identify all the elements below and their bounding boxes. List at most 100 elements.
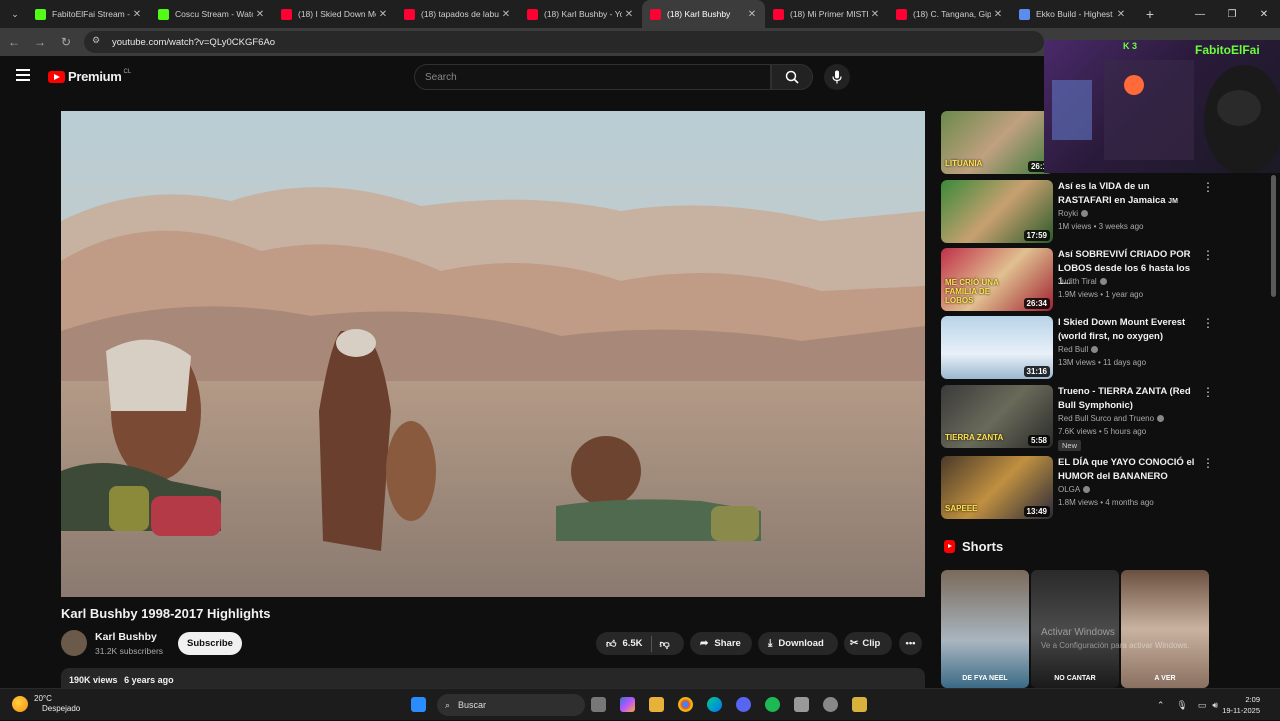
copilot-icon[interactable] (620, 697, 635, 712)
spotify-icon[interactable] (765, 697, 780, 712)
browser-tab[interactable]: (18) Karl Bushby - Yo ✕ (519, 0, 642, 28)
microphone-icon (832, 70, 842, 84)
search-icon (785, 70, 799, 84)
reload-icon[interactable]: ↻ (54, 30, 78, 54)
close-window-icon[interactable]: ✕ (1248, 0, 1280, 28)
tab-favicon-icon (1019, 8, 1030, 20)
weather-widget[interactable]: 20°C Despejado (12, 694, 80, 714)
download-button[interactable]: ⤓ Download (758, 632, 838, 655)
discord-icon[interactable] (736, 697, 751, 712)
tab-close-icon[interactable]: ✕ (745, 9, 759, 20)
short-item[interactable]: DE FYA NEEL (941, 570, 1029, 688)
browser-tab[interactable]: (18) Mi Primer MISTE ✕ (765, 0, 888, 28)
channel-name[interactable]: Karl Bushby (95, 631, 157, 643)
tab-title: (18) Mi Primer MISTE (790, 9, 868, 19)
taskbar-clock[interactable]: 2:09 19-11-2025 (1210, 694, 1260, 716)
chrome-icon[interactable] (678, 697, 693, 712)
more-vertical-icon[interactable]: ⋮ (1202, 181, 1214, 193)
video-title[interactable]: Así es la VIDA de un RASTAFARI en Jamaic… (1058, 180, 1196, 208)
settings-icon[interactable] (823, 697, 838, 712)
thumbnail-caption: LITUANIA (945, 159, 983, 168)
tab-close-icon[interactable]: ✕ (130, 9, 144, 20)
channel-name[interactable]: Red Bull Surco and Trueno (1058, 414, 1165, 423)
share-button[interactable]: ➦ Share (690, 632, 752, 655)
browser-tab[interactable]: (18) tapados de labu ✕ (396, 0, 519, 28)
video-title[interactable]: EL DÍA que YAYO CONOCIÓ el HUMOR del BAN… (1058, 456, 1196, 483)
more-horizontal-icon: ••• (905, 638, 916, 649)
task-view-icon[interactable] (591, 697, 606, 712)
thumbs-up-icon[interactable]: 👍︎ (606, 638, 616, 650)
site-info-icon[interactable]: ⚙ (92, 35, 106, 49)
app-icon[interactable] (852, 697, 867, 712)
browser-tab[interactable]: Ekko Build - Highest ✕ (1011, 0, 1134, 28)
tab-search-chevron-icon[interactable]: ⌄ (3, 4, 27, 24)
watermark-line1: Activar Windows (1041, 627, 1115, 638)
video-meta: 1.9M views • 1 year ago (1058, 290, 1144, 299)
windows-start-icon[interactable] (411, 697, 426, 712)
more-vertical-icon[interactable]: ⋮ (1202, 249, 1214, 261)
browser-tab[interactable]: (18) C. Tangana, Gips ✕ (888, 0, 1011, 28)
short-caption: DE FYA NEEL (962, 675, 1008, 682)
overlay-kick-counter: K 3 (1123, 41, 1138, 51)
channel-name[interactable]: Judith Tiral (1058, 277, 1107, 286)
more-vertical-icon[interactable]: ⋮ (1202, 457, 1214, 469)
recommended-video[interactable]: SAPEEE 13:49 EL DÍA que YAYO CONOCIÓ el HU… (941, 456, 1214, 520)
menu-icon[interactable] (16, 69, 30, 81)
browser-tab[interactable]: (18) I Skied Down Mo ✕ (273, 0, 396, 28)
subscribe-button[interactable]: Subscribe (178, 632, 242, 655)
channel-avatar[interactable] (61, 630, 87, 656)
forward-arrow-icon[interactable]: → (28, 30, 52, 54)
search-button[interactable] (771, 64, 813, 90)
url-field[interactable]: ⚙ youtube.com/watch?v=QLy0CKGF6Ao (84, 31, 1044, 53)
browser-tab[interactable]: FabitoElFai Stream - V ✕ (27, 0, 150, 28)
edge-icon[interactable] (707, 697, 722, 712)
channel-name[interactable]: OLGA (1058, 485, 1091, 494)
recommended-video[interactable]: 31:16 I Skied Down Mount Everest (world f… (941, 316, 1214, 380)
recommended-video[interactable]: ME CRIÓ UNA FAMILIA DE LOBOS 26:34 Así SOB… (941, 248, 1214, 312)
tab-close-icon[interactable]: ✕ (868, 9, 882, 20)
more-actions-button[interactable]: ••• (899, 632, 922, 655)
file-explorer-icon[interactable] (649, 697, 664, 712)
search-icon: ⌕ (445, 699, 451, 710)
tab-close-icon[interactable]: ✕ (499, 9, 513, 20)
tab-close-icon[interactable]: ✕ (991, 9, 1005, 20)
tab-title: (18) Karl Bushby (667, 9, 731, 19)
channel-name[interactable]: Royki (1058, 209, 1089, 218)
tab-close-icon[interactable]: ✕ (253, 9, 267, 20)
thumbs-down-icon[interactable]: 👎︎ (660, 638, 670, 650)
search-input[interactable]: Search (414, 64, 771, 90)
browser-tab[interactable]: Coscu Stream - Watc ✕ (150, 0, 273, 28)
browser-tab[interactable]: (18) Karl Bushby ✕ (642, 0, 765, 28)
tab-favicon-icon (773, 8, 784, 20)
video-title[interactable]: Trueno - TIERRA ZANTA (Red Bull Symphoni… (1058, 385, 1196, 412)
tab-favicon-icon (896, 8, 907, 20)
channel-name[interactable]: Red Bull (1058, 345, 1099, 354)
microphone-icon[interactable]: 🎙︎ (1176, 700, 1187, 711)
voice-search-button[interactable] (824, 64, 850, 90)
recommended-video[interactable]: 17:59 Así es la VIDA de un RASTAFARI en J… (941, 180, 1214, 244)
calculator-icon[interactable] (794, 697, 809, 712)
sidebar-scrollbar[interactable] (1271, 175, 1276, 297)
restore-icon[interactable]: ❐ (1216, 0, 1248, 28)
chevron-up-icon[interactable]: ⌃ (1157, 700, 1165, 711)
tab-close-icon[interactable]: ✕ (622, 9, 636, 20)
recommended-video[interactable]: LITUANIA 26:1 (941, 111, 1053, 175)
video-title[interactable]: I Skied Down Mount Everest (world first,… (1058, 316, 1196, 343)
new-tab-button[interactable]: + (1140, 6, 1160, 22)
shorts-heading-text: Shorts (962, 539, 1004, 554)
network-icon[interactable]: ▭ (1198, 700, 1207, 711)
youtube-logo[interactable]: Premium CL (48, 69, 131, 84)
minimize-icon[interactable]: — (1184, 0, 1216, 28)
more-vertical-icon[interactable]: ⋮ (1202, 317, 1214, 329)
tab-close-icon[interactable]: ✕ (376, 9, 390, 20)
tab-close-icon[interactable]: ✕ (1114, 9, 1128, 20)
like-count[interactable]: 6.5K (622, 638, 642, 649)
more-vertical-icon[interactable]: ⋮ (1202, 386, 1214, 398)
tab-title: (18) C. Tangana, Gips (913, 9, 991, 19)
recommended-video[interactable]: TIERRA ZANTA 5:58 Trueno - TIERRA ZANTA (R… (941, 385, 1214, 451)
video-player[interactable] (61, 111, 925, 597)
taskbar-search[interactable]: ⌕ Buscar (437, 694, 585, 716)
clip-button[interactable]: ✂ Clip (844, 632, 892, 655)
back-arrow-icon[interactable]: ← (2, 30, 26, 54)
url-text: youtube.com/watch?v=QLy0CKGF6Ao (112, 36, 276, 48)
